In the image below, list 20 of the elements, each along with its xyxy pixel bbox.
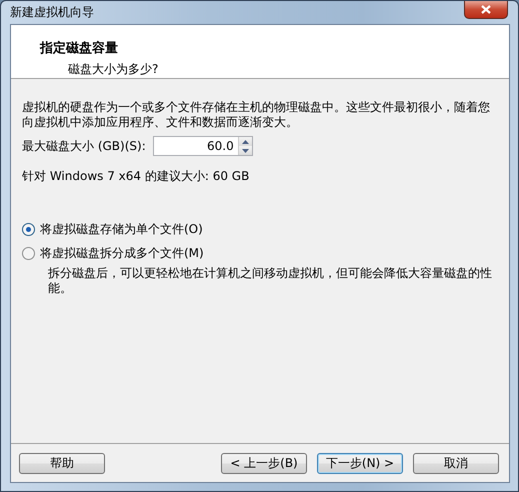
back-button[interactable]: < 上一步(B)	[221, 452, 307, 474]
next-button[interactable]: 下一步(N) >	[317, 452, 403, 474]
step-title: 指定磁盘容量	[40, 40, 119, 57]
spin-down-icon[interactable]	[238, 146, 252, 155]
disk-size-label: 最大磁盘大小 (GB)(S):	[22, 138, 146, 154]
option-note: 拆分磁盘后，可以更轻松地在计算机之间移动虚拟机，但可能会降低大容量磁盘的性能。	[47, 266, 493, 296]
disk-size-spinbox[interactable]: 60.0	[152, 136, 253, 156]
description-text: 虚拟机的硬盘作为一个或多个文件存储在主机的物理磁盘中。这些文件最初很小，随着您向虚拟机中添加应用程序、文件和数据而逐渐变大。	[22, 100, 491, 130]
recommendation-text: 针对 Windows 7 x64 的建议大小: 60 GB	[22, 168, 250, 185]
radio-button[interactable]	[22, 223, 35, 236]
cancel-button[interactable]: 取消	[413, 452, 499, 474]
step-subtitle: 磁盘大小为多少?	[67, 61, 160, 78]
radio-label[interactable]: 将虚拟磁盘拆分成多个文件(M)	[40, 245, 204, 262]
radio-button[interactable]	[22, 247, 35, 260]
window-title: 新建虚拟机向导	[10, 4, 94, 21]
radio-label[interactable]: 将虚拟磁盘存储为单个文件(O)	[40, 221, 203, 238]
spin-up-icon[interactable]	[238, 137, 252, 146]
help-button[interactable]: 帮助	[19, 452, 105, 474]
close-icon	[481, 5, 491, 14]
close-button[interactable]	[464, 1, 508, 19]
